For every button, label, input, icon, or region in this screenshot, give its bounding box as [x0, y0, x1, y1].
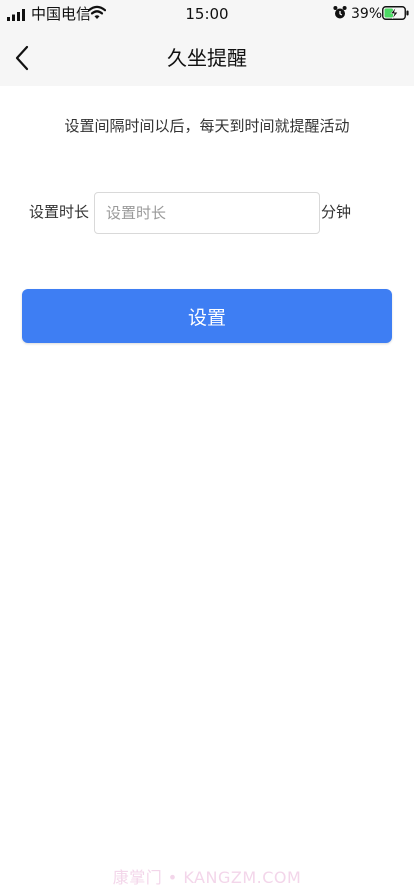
status-bar: 中国电信 15:00 39% — [0, 0, 414, 30]
duration-input[interactable] — [94, 192, 320, 234]
battery-percent: 39% — [351, 6, 383, 22]
battery-charging-icon — [382, 6, 409, 20]
chevron-left-icon[interactable] — [12, 44, 34, 72]
set-button[interactable]: 设置 — [22, 289, 392, 343]
nav-bar: 久坐提醒 — [0, 30, 414, 86]
unit-label: 分钟 — [321, 203, 352, 221]
alarm-icon — [333, 6, 347, 19]
description-text: 设置间隔时间以后，每天到时间就提醒活动 — [64, 117, 350, 135]
watermark-text: 康掌门 • KANGZM.COM — [112, 868, 302, 887]
page-title: 久坐提醒 — [167, 46, 247, 70]
duration-label: 设置时长 — [29, 203, 90, 221]
